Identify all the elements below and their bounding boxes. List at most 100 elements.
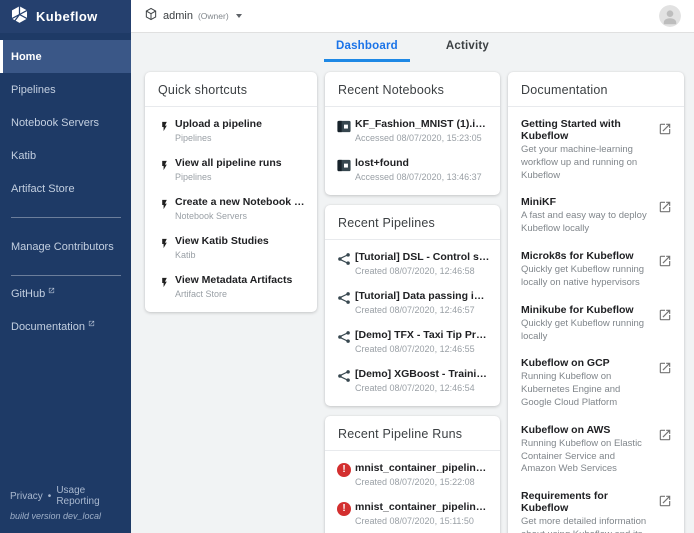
doc-title: Getting Started with Kubeflow (521, 118, 650, 142)
doc-item-minikube[interactable]: Minikube for Kubeflow Quickly get Kubefl… (508, 297, 684, 351)
doc-item-kubeflow-aws[interactable]: Kubeflow on AWS Running Kubeflow on Elas… (508, 417, 684, 483)
external-link-icon[interactable] (658, 118, 674, 141)
error-circle-icon (337, 502, 351, 516)
external-link-icon[interactable] (658, 490, 674, 513)
pipeline-run-item[interactable]: mnist_container_pipeline run Created 08/… (325, 455, 500, 494)
documentation-card: Documentation Getting Started with Kubef… (508, 72, 684, 533)
shortcut-view-pipeline-runs[interactable]: View all pipeline runs Pipelines (145, 150, 317, 189)
namespace-selector[interactable]: admin (Owner) (144, 7, 242, 26)
tab-dashboard[interactable]: Dashboard (324, 33, 410, 62)
doc-description: Running Kubeflow on Elastic Container Se… (521, 438, 650, 476)
app-title: Kubeflow (36, 9, 98, 24)
sidebar-divider (11, 275, 121, 276)
external-link-icon[interactable] (658, 250, 674, 273)
doc-title: Minikube for Kubeflow (521, 304, 650, 316)
chevron-down-icon (236, 14, 242, 18)
external-link-icon (88, 318, 95, 330)
footer-separator: • (48, 491, 52, 502)
bolt-icon (153, 196, 175, 212)
pipeline-title: [Tutorial] DSL - Control structures (355, 251, 490, 263)
external-link-icon[interactable] (658, 196, 674, 219)
sidebar-item-pipelines[interactable]: Pipelines (0, 73, 131, 106)
bolt-icon (153, 235, 175, 251)
kubeflow-logo-icon (10, 5, 29, 29)
sidebar-item-notebook-servers[interactable]: Notebook Servers (0, 106, 131, 139)
cube-icon (144, 7, 158, 26)
external-link-icon[interactable] (658, 424, 674, 447)
tab-activity[interactable]: Activity (434, 33, 501, 62)
sidebar-item-label: Documentation (11, 321, 85, 333)
sidebar-divider (11, 217, 121, 218)
doc-description: Quickly get Kubeflow running locally on … (521, 264, 650, 290)
doc-description: Running Kubeflow on Kubernetes Engine an… (521, 371, 650, 409)
doc-item-minikf[interactable]: MiniKF A fast and easy way to deploy Kub… (508, 189, 684, 243)
shortcut-title: Create a new Notebook server (175, 196, 307, 208)
recent-notebooks-card: Recent Notebooks KF_Fashion_MNIST (1).ip… (325, 72, 500, 195)
pipeline-item[interactable]: [Tutorial] Data passing in python comp..… (325, 283, 500, 322)
shortcut-subtitle: Pipelines (175, 133, 307, 143)
doc-item-kubeflow-gcp[interactable]: Kubeflow on GCP Running Kubeflow on Kube… (508, 350, 684, 416)
recent-pipelines-card: Recent Pipelines [Tutorial] DSL - Contro… (325, 205, 500, 406)
run-timestamp: Created 08/07/2020, 15:22:08 (355, 477, 490, 487)
external-link-icon[interactable] (658, 357, 674, 380)
topbar: admin (Owner) (131, 0, 694, 33)
doc-title: Requirements for Kubeflow (521, 490, 650, 514)
sidebar-item-documentation[interactable]: Documentation (0, 321, 131, 354)
notebook-timestamp: Accessed 08/07/2020, 15:23:05 (355, 133, 490, 143)
doc-description: Get more detailed information about usin… (521, 516, 650, 533)
doc-title: Kubeflow on AWS (521, 424, 650, 436)
pipeline-title: [Demo] TFX - Taxi Tip Prediction Model .… (355, 329, 490, 341)
pipeline-item[interactable]: [Tutorial] DSL - Control structures Crea… (325, 244, 500, 283)
kubeflow-logo[interactable]: Kubeflow (0, 0, 131, 33)
doc-item-requirements[interactable]: Requirements for Kubeflow Get more detai… (508, 483, 684, 533)
sidebar: Kubeflow Home Pipelines Notebook Servers… (0, 0, 131, 533)
pipeline-timestamp: Created 08/07/2020, 12:46:58 (355, 266, 490, 276)
shortcut-view-metadata-artifacts[interactable]: View Metadata Artifacts Artifact Store (145, 267, 317, 306)
external-link-icon[interactable] (658, 304, 674, 327)
shortcut-upload-pipeline[interactable]: Upload a pipeline Pipelines (145, 111, 317, 150)
pipeline-tree-icon (333, 368, 355, 383)
pipeline-tree-icon (333, 251, 355, 266)
bolt-icon (153, 118, 175, 134)
error-circle-icon (337, 463, 351, 477)
notebook-icon (333, 157, 355, 173)
doc-description: Get your machine-learning workflow up an… (521, 144, 650, 182)
sidebar-item-github[interactable]: GitHub (0, 288, 131, 321)
build-version: build version dev_local (10, 511, 121, 521)
run-title: mnist_container_pipeline run (355, 501, 490, 513)
notebook-icon (333, 118, 355, 134)
shortcut-subtitle: Artifact Store (175, 289, 307, 299)
doc-item-getting-started[interactable]: Getting Started with Kubeflow Get your m… (508, 111, 684, 189)
privacy-link[interactable]: Privacy (10, 491, 43, 502)
shortcut-subtitle: Katib (175, 250, 307, 260)
sidebar-item-katib[interactable]: Katib (0, 139, 131, 172)
shortcut-title: Upload a pipeline (175, 118, 307, 130)
kubeflow-dashboard: Kubeflow Home Pipelines Notebook Servers… (0, 0, 694, 533)
shortcut-title: View all pipeline runs (175, 157, 307, 169)
doc-description: Quickly get Kubeflow running locally (521, 318, 650, 344)
sidebar-footer: Privacy • Usage Reporting build version … (0, 485, 131, 533)
pipeline-run-item[interactable]: mnist_container_pipeline run Created 08/… (325, 494, 500, 533)
pipeline-tree-icon (333, 329, 355, 344)
notebook-item[interactable]: KF_Fashion_MNIST (1).ipynb Accessed 08/0… (325, 111, 500, 150)
shortcut-subtitle: Pipelines (175, 172, 307, 182)
shortcut-view-katib-studies[interactable]: View Katib Studies Katib (145, 228, 317, 267)
sidebar-item-artifact-store[interactable]: Artifact Store (0, 172, 131, 205)
shortcut-title: View Metadata Artifacts (175, 274, 307, 286)
notebook-item[interactable]: lost+found Accessed 08/07/2020, 13:46:37 (325, 150, 500, 189)
sidebar-item-home[interactable]: Home (0, 40, 131, 73)
doc-item-microk8s[interactable]: Microk8s for Kubeflow Quickly get Kubefl… (508, 243, 684, 297)
notebook-title: lost+found (355, 157, 490, 169)
pipeline-item[interactable]: [Demo] TFX - Taxi Tip Prediction Model .… (325, 322, 500, 361)
main-area: admin (Owner) Dashboard Activity Quick s… (131, 0, 694, 533)
recent-pipeline-runs-card: Recent Pipeline Runs mnist_container_pip… (325, 416, 500, 533)
run-timestamp: Created 08/07/2020, 15:11:50 (355, 516, 490, 526)
bolt-icon (153, 157, 175, 173)
pipeline-timestamp: Created 08/07/2020, 12:46:55 (355, 344, 490, 354)
sidebar-item-manage-contributors[interactable]: Manage Contributors (0, 230, 131, 263)
doc-title: Microk8s for Kubeflow (521, 250, 650, 262)
pipeline-item[interactable]: [Demo] XGBoost - Training with Confusi..… (325, 361, 500, 400)
shortcut-create-notebook-server[interactable]: Create a new Notebook server Notebook Se… (145, 189, 317, 228)
avatar[interactable] (659, 5, 681, 27)
usage-reporting-link[interactable]: Usage Reporting (56, 485, 121, 507)
